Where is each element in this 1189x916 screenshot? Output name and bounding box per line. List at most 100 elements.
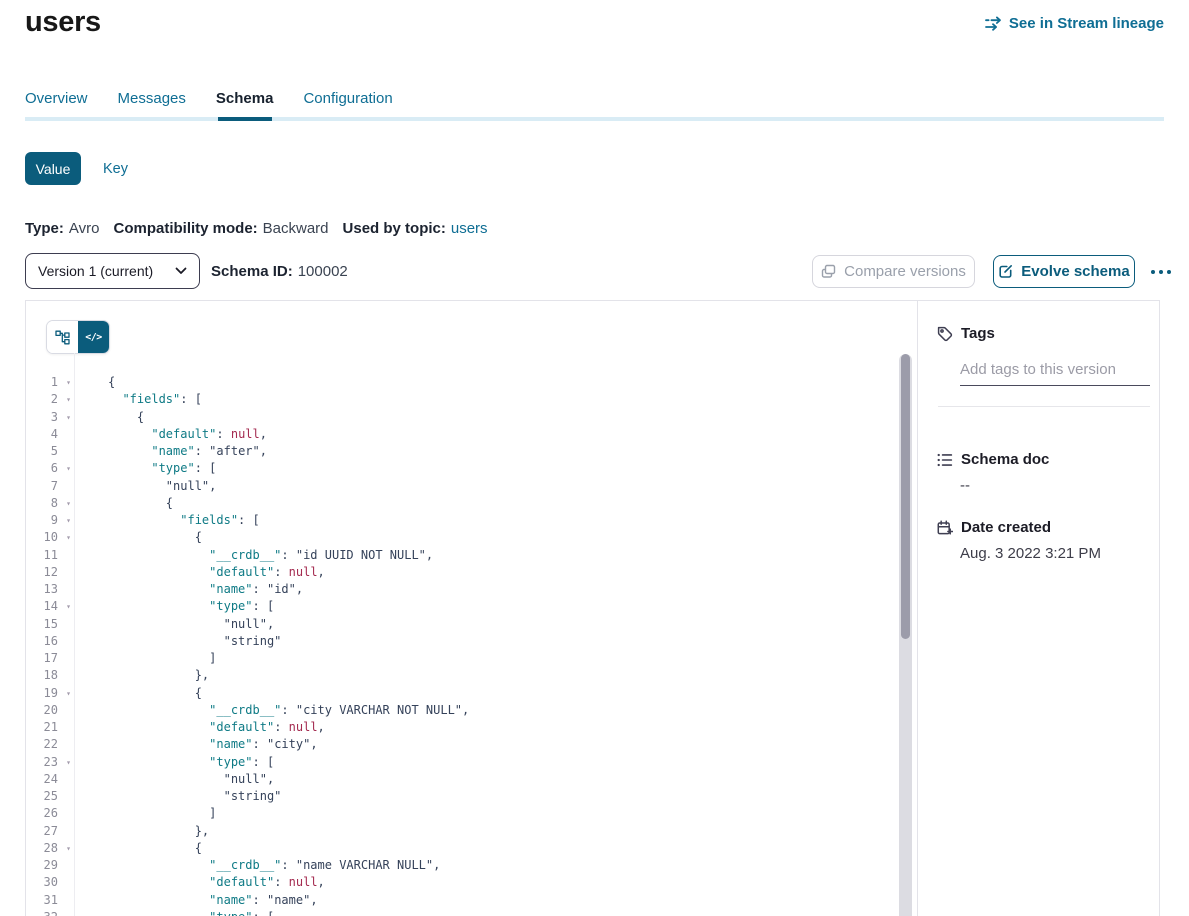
code-text: "default": null, — [74, 719, 325, 736]
schema-id-value: 100002 — [298, 263, 348, 280]
fold-spacer — [63, 702, 74, 719]
fold-toggle-icon[interactable]: ▾ — [63, 460, 74, 477]
code-text: "name": "city", — [74, 736, 318, 753]
line-number: 3 — [26, 409, 63, 426]
tab-schema[interactable]: Schema — [216, 90, 274, 113]
more-options-button[interactable] — [1144, 255, 1178, 288]
code-line: 14▾ "type": [ — [26, 598, 917, 615]
tab-overview[interactable]: Overview — [25, 90, 88, 113]
fold-spacer — [63, 478, 74, 495]
code-line: 24 "null", — [26, 771, 917, 788]
code-text: "name": "after", — [74, 443, 267, 460]
date-created-section-header: Date created — [937, 519, 1051, 536]
code-line: 20 "__crdb__": "city VARCHAR NOT NULL", — [26, 702, 917, 719]
line-number: 19 — [26, 685, 63, 702]
code-text: ] — [74, 650, 216, 667]
compatibility-value: Backward — [263, 220, 329, 237]
stream-lineage-link[interactable]: See in Stream lineage — [985, 15, 1164, 32]
schema-id: Schema ID: 100002 — [211, 253, 348, 289]
tab-configuration[interactable]: Configuration — [303, 90, 392, 113]
fold-spacer — [63, 443, 74, 460]
code-line: 21 "default": null, — [26, 719, 917, 736]
schema-doc-value: -- — [960, 477, 970, 494]
fold-toggle-icon[interactable]: ▾ — [63, 529, 74, 546]
fold-toggle-icon[interactable]: ▾ — [63, 840, 74, 857]
add-tags-input[interactable] — [960, 353, 1150, 386]
code-line: 13 "name": "id", — [26, 581, 917, 598]
line-number: 12 — [26, 564, 63, 581]
evolve-schema-button[interactable]: Evolve schema — [993, 255, 1135, 288]
line-number: 16 — [26, 633, 63, 650]
code-text: "fields": [ — [74, 391, 202, 408]
fold-toggle-icon[interactable]: ▾ — [63, 909, 74, 916]
line-number: 29 — [26, 857, 63, 874]
compare-versions-label: Compare versions — [844, 263, 966, 280]
ellipsis-icon — [1151, 270, 1155, 274]
schema-doc-title: Schema doc — [961, 451, 1049, 468]
fold-spacer — [63, 581, 74, 598]
tag-icon — [937, 326, 953, 342]
scrollbar-thumb[interactable] — [901, 354, 910, 639]
code-lines: 1▾{2▾ "fields": [3▾ {4 "default": null,5… — [26, 374, 917, 916]
date-created-value: Aug. 3 2022 3:21 PM — [960, 545, 1101, 562]
key-tab-button[interactable]: Key — [103, 161, 128, 177]
tree-view-button[interactable] — [47, 321, 78, 353]
calendar-plus-icon — [937, 520, 953, 536]
fold-toggle-icon[interactable]: ▾ — [63, 685, 74, 702]
fold-toggle-icon[interactable]: ▾ — [63, 391, 74, 408]
fold-toggle-icon[interactable]: ▾ — [63, 598, 74, 615]
scrollbar-track[interactable] — [899, 354, 912, 916]
code-line: 19▾ { — [26, 685, 917, 702]
line-number: 8 — [26, 495, 63, 512]
tab-underline — [25, 117, 1164, 121]
type-label: Type: — [25, 220, 64, 237]
fold-toggle-icon[interactable]: ▾ — [63, 374, 74, 391]
fold-toggle-icon[interactable]: ▾ — [63, 409, 74, 426]
version-select[interactable]: Version 1 (current) — [25, 253, 200, 289]
code-line: 9▾ "fields": [ — [26, 512, 917, 529]
code-text: "fields": [ — [74, 512, 260, 529]
code-text: { — [74, 840, 202, 857]
edit-icon — [998, 264, 1013, 279]
fold-toggle-icon[interactable]: ▾ — [63, 495, 74, 512]
topic-link[interactable]: users — [451, 220, 488, 237]
code-line: 8▾ { — [26, 495, 917, 512]
fold-spacer — [63, 771, 74, 788]
evolve-schema-label: Evolve schema — [1021, 263, 1129, 280]
code-line: 30 "default": null, — [26, 874, 917, 891]
fold-spacer — [63, 823, 74, 840]
fold-spacer — [63, 650, 74, 667]
tags-title: Tags — [961, 325, 995, 342]
value-tab-button[interactable]: Value — [25, 152, 81, 185]
compare-versions-button[interactable]: Compare versions — [812, 255, 975, 288]
line-number: 24 — [26, 771, 63, 788]
code-text: "name": "name", — [74, 892, 318, 909]
editor-view-toggle: </> — [46, 320, 110, 354]
tree-view-icon — [55, 330, 70, 345]
code-line: 2▾ "fields": [ — [26, 391, 917, 408]
code-line: 18 }, — [26, 667, 917, 684]
gutter-separator — [74, 353, 75, 916]
code-line: 5 "name": "after", — [26, 443, 917, 460]
line-number: 30 — [26, 874, 63, 891]
code-line: 16 "string" — [26, 633, 917, 650]
code-line: 15 "null", — [26, 616, 917, 633]
line-number: 7 — [26, 478, 63, 495]
code-text: "name": "id", — [74, 581, 303, 598]
fold-spacer — [63, 426, 74, 443]
chevron-down-icon — [175, 267, 187, 275]
code-text: }, — [74, 667, 209, 684]
code-view-button[interactable]: </> — [78, 321, 109, 353]
fold-spacer — [63, 547, 74, 564]
used-by-topic-label: Used by topic: — [343, 220, 446, 237]
code-text: "default": null, — [74, 874, 325, 891]
page-title: users — [25, 6, 101, 39]
code-viewer[interactable]: 1▾{2▾ "fields": [3▾ {4 "default": null,5… — [26, 353, 917, 916]
fold-toggle-icon[interactable]: ▾ — [63, 754, 74, 771]
code-line: 27 }, — [26, 823, 917, 840]
date-created-title: Date created — [961, 519, 1051, 536]
fold-toggle-icon[interactable]: ▾ — [63, 512, 74, 529]
tab-messages[interactable]: Messages — [118, 90, 186, 113]
code-text: { — [74, 374, 115, 391]
subject-toggle: Value Key — [25, 152, 128, 185]
